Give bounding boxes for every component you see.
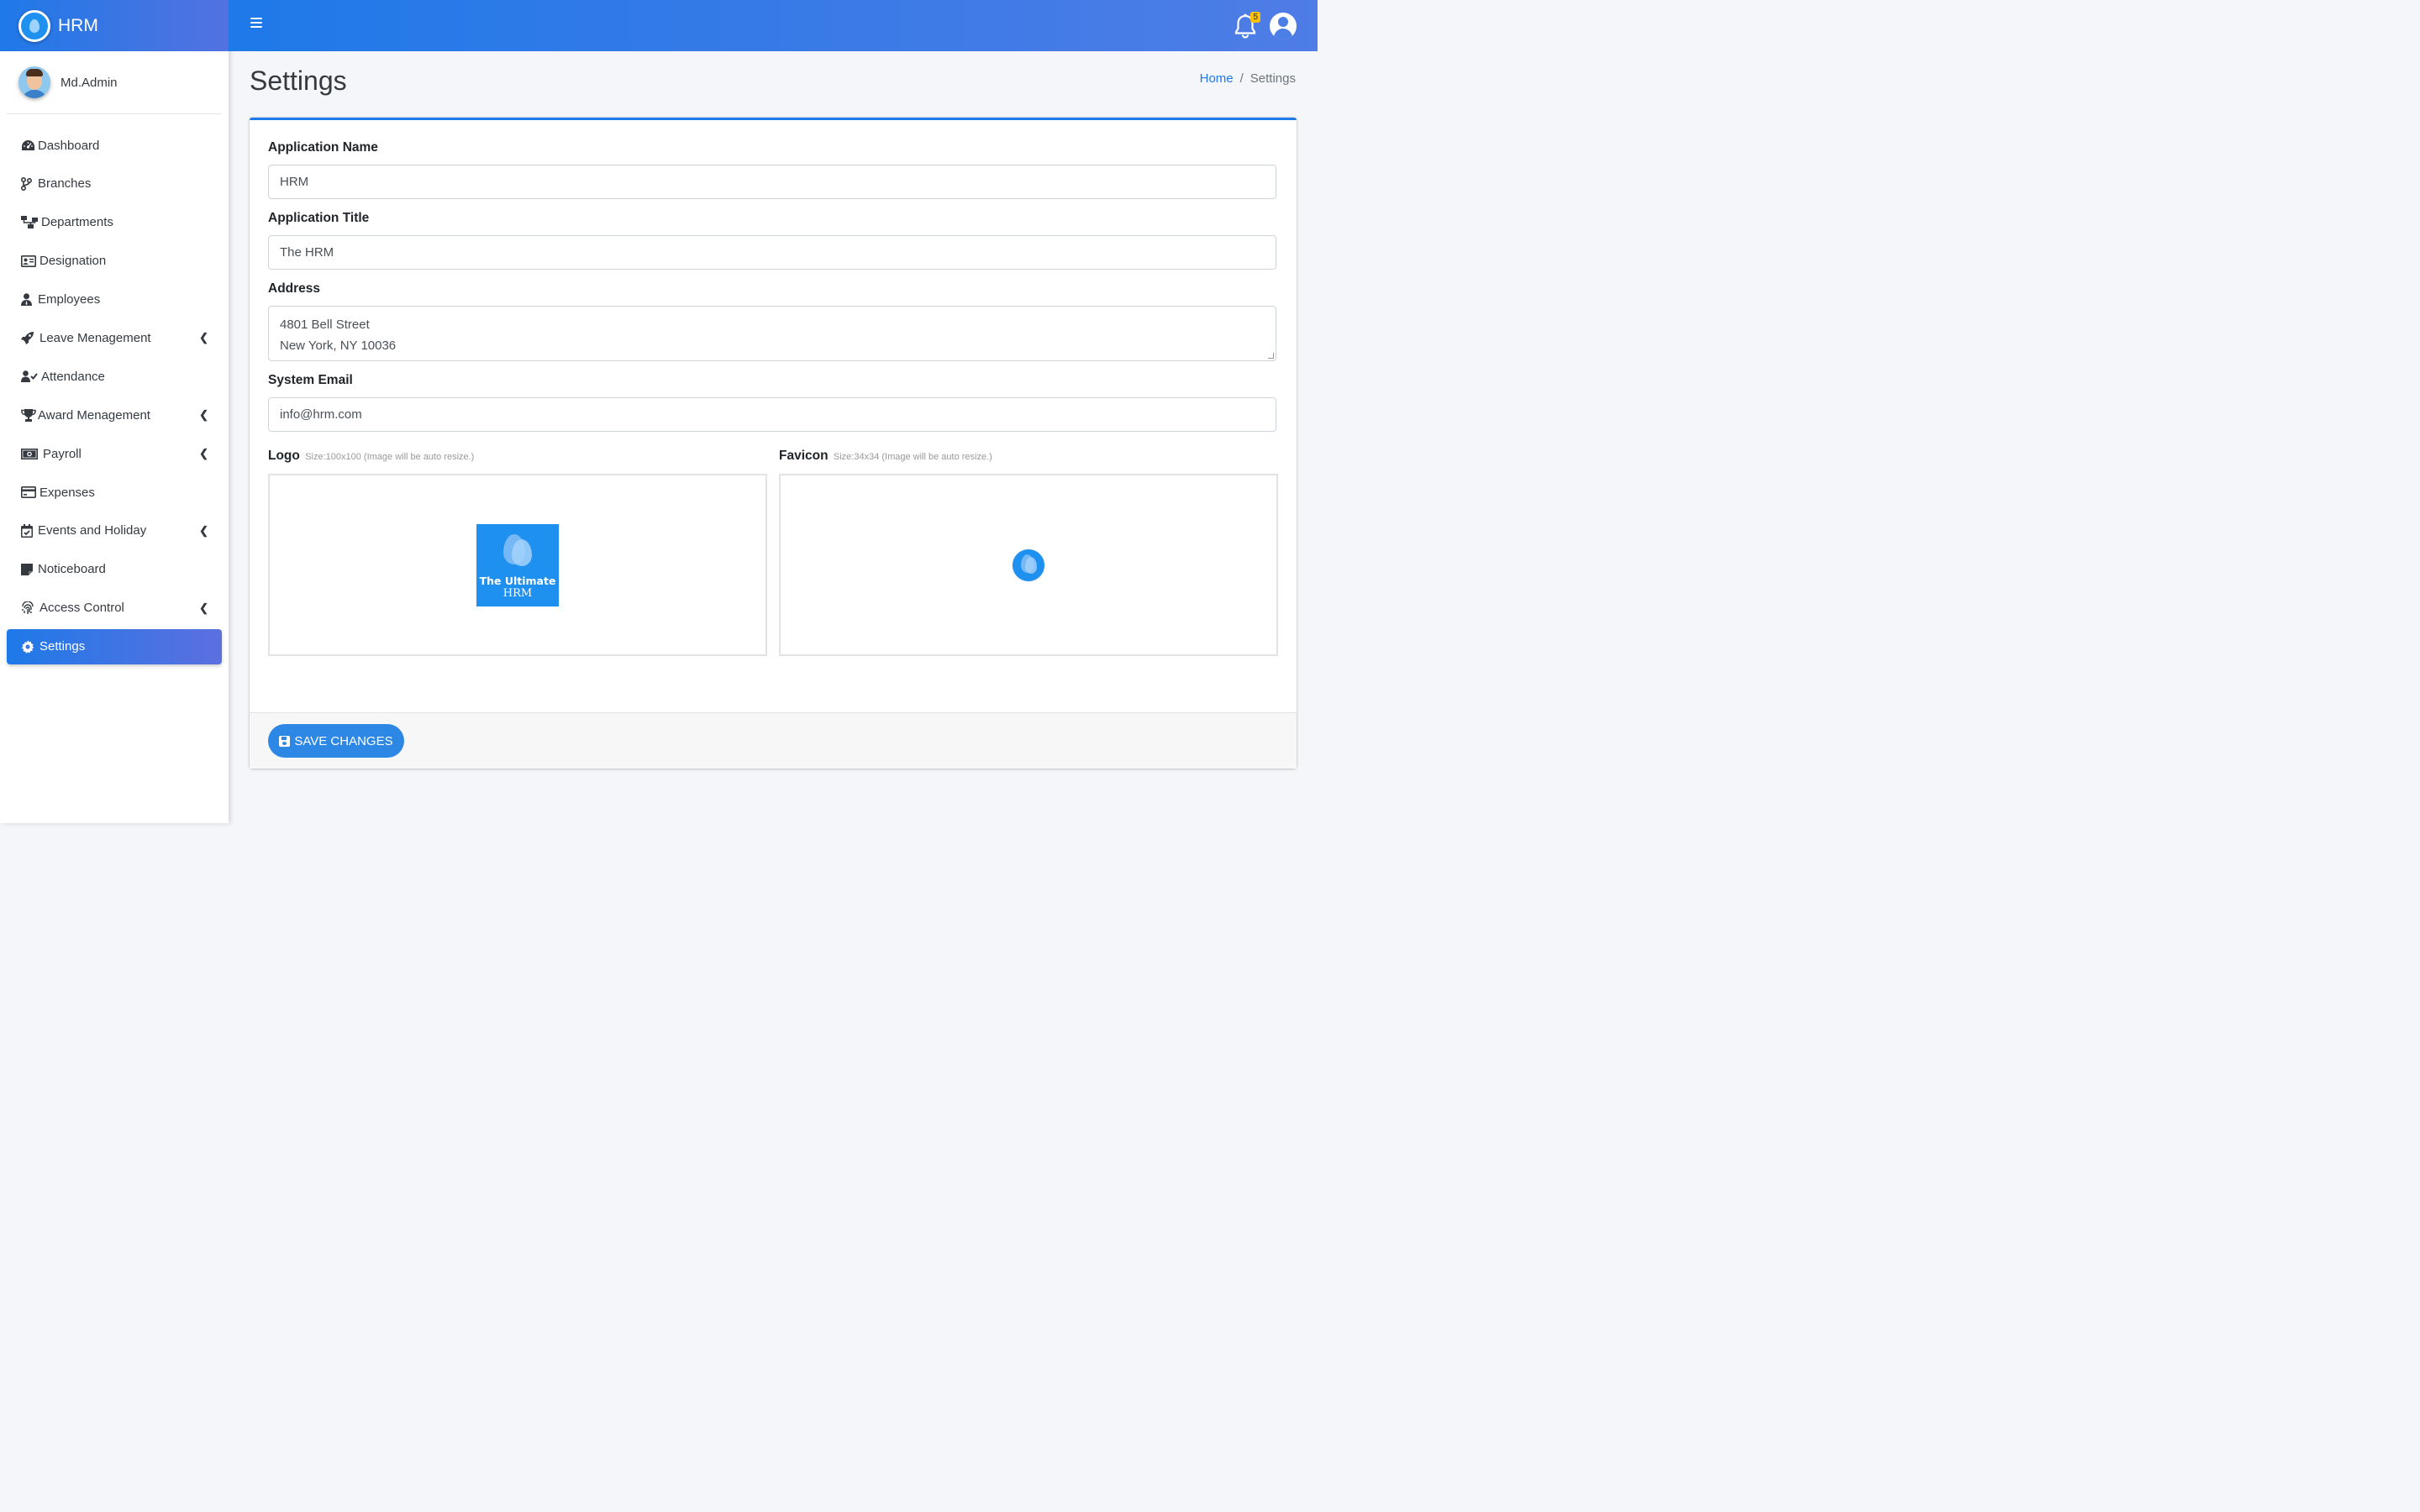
notification-badge: 5	[1250, 12, 1260, 23]
user-check-icon	[21, 370, 38, 383]
tachometer-icon	[21, 139, 38, 151]
app-name-input[interactable]: HRM	[268, 165, 1276, 199]
sidebar-item-attendance[interactable]: Attendance	[7, 359, 222, 394]
sidebar-item-label: Award Menagement	[38, 407, 150, 423]
sidebar-item-label: Settings	[39, 639, 86, 654]
user-name: Md.Admin	[60, 75, 118, 90]
breadcrumb: Home / Settings	[1200, 71, 1296, 86]
cog-icon	[21, 639, 38, 654]
rocket-icon	[21, 331, 38, 345]
sidebar-item-payroll[interactable]: Payroll ❮	[7, 436, 222, 471]
avatar	[18, 66, 50, 98]
chevron-left-icon: ❮	[199, 601, 208, 614]
trophy-icon	[21, 408, 38, 422]
sidebar-item-expenses[interactable]: Expenses	[7, 475, 222, 510]
save-button-label: SAVE CHANGES	[294, 733, 393, 748]
favicon-size-hint: Size:34x34 (Image will be auto resize.)	[833, 452, 992, 462]
sidebar-item-leave-management[interactable]: Leave Menagement ❮	[7, 320, 222, 355]
save-changes-button[interactable]: SAVE CHANGES	[268, 724, 404, 758]
sidebar-item-award-management[interactable]: Award Menagement ❮	[7, 397, 222, 433]
main-content: Settings Home / Settings Application Name …	[229, 51, 1318, 823]
money-bill-icon	[21, 448, 38, 459]
card-footer: SAVE CHANGES	[250, 712, 1297, 769]
breadcrumb-current: Settings	[1249, 71, 1296, 86]
favicon-label-text: Favicon	[779, 449, 829, 463]
sidebar-item-noticeboard[interactable]: Noticeboard	[7, 552, 222, 587]
hamburger-menu-icon[interactable]	[250, 18, 262, 28]
address-line-2: New York, NY 10036	[280, 339, 397, 353]
breadcrumb-home-link[interactable]: Home	[1200, 71, 1234, 86]
logo-image-line2: HRM	[502, 586, 533, 600]
app-title-label: Application Title	[268, 211, 370, 225]
logo-image-line1: The Ultimate	[479, 574, 556, 587]
settings-card: Application Name HRM Application Title T…	[250, 118, 1297, 769]
user-tie-icon	[21, 293, 38, 307]
chevron-left-icon: ❮	[199, 523, 208, 537]
address-line-1: 4801 Bell Street	[280, 318, 370, 332]
notification-bell-icon[interactable]: 5	[1234, 12, 1260, 39]
favicon-upload-dropzone[interactable]	[779, 474, 1278, 656]
sidebar-item-label: Access Control	[39, 601, 124, 616]
sidebar-item-label: Expenses	[39, 485, 95, 500]
sidebar: HRM Md.Admin Dashboard Branches Departme…	[0, 0, 229, 823]
sidebar-item-label: Dashboard	[38, 138, 100, 153]
sidebar-item-events-holiday[interactable]: Events and Holiday ❮	[7, 513, 222, 549]
sidebar-item-label: Designation	[39, 254, 107, 269]
favicon-label: Favicon Size:34x34 (Image will be auto r…	[779, 449, 1278, 464]
sidebar-item-departments[interactable]: Departments	[7, 205, 222, 240]
drop-logo-icon	[18, 9, 50, 42]
address-label: Address	[268, 281, 321, 296]
sitemap-icon	[21, 216, 38, 229]
fingerprint-icon	[21, 601, 38, 615]
user-panel[interactable]: Md.Admin	[7, 51, 222, 114]
address-textarea[interactable]: 4801 Bell Street New York, NY 10036	[268, 306, 1276, 361]
credit-card-icon	[21, 486, 38, 499]
sidebar-item-branches[interactable]: Branches	[7, 166, 222, 202]
logo-image: The Ultimate HRM	[476, 523, 559, 606]
sidebar-item-dashboard[interactable]: Dashboard	[7, 128, 222, 163]
chevron-left-icon: ❮	[199, 408, 208, 422]
sidebar-item-label: Departments	[41, 215, 113, 230]
logo-label-text: Logo	[268, 449, 300, 463]
app-name-label: Application Name	[268, 140, 378, 155]
sidebar-item-label: Leave Menagement	[39, 330, 151, 345]
save-disk-icon	[279, 735, 291, 747]
app-title-input[interactable]: The HRM	[268, 235, 1276, 270]
sidebar-item-designation[interactable]: Designation	[7, 244, 222, 279]
sidebar-item-settings[interactable]: Settings	[7, 628, 222, 664]
code-branch-icon	[21, 176, 38, 191]
sidebar-item-label: Payroll	[43, 446, 82, 461]
brand-link[interactable]: HRM	[0, 0, 229, 51]
logo-upload-dropzone[interactable]: The Ultimate HRM	[268, 474, 767, 656]
favicon-image	[1013, 549, 1044, 581]
system-email-label: System Email	[268, 373, 353, 387]
page-title: Settings	[250, 66, 347, 96]
sidebar-item-label: Employees	[38, 292, 101, 307]
id-card-icon	[21, 255, 38, 267]
sidebar-item-label: Branches	[38, 176, 92, 192]
chevron-left-icon: ❮	[199, 447, 208, 460]
sidebar-item-label: Noticeboard	[38, 562, 106, 577]
logo-label: Logo Size:100x100 (Image will be auto re…	[268, 449, 767, 464]
sidebar-item-employees[interactable]: Employees	[7, 282, 222, 318]
logo-size-hint: Size:100x100 (Image will be auto resize.…	[305, 452, 475, 462]
sidebar-item-label: Events and Holiday	[38, 523, 147, 538]
resize-handle-icon[interactable]	[1268, 353, 1274, 359]
calendar-check-icon	[21, 523, 38, 538]
system-email-input[interactable]: info@hrm.com	[268, 397, 1276, 432]
top-navbar: 5	[229, 0, 1318, 51]
user-menu-icon[interactable]	[1270, 13, 1297, 39]
sidebar-item-access-control[interactable]: Access Control ❮	[7, 591, 222, 626]
brand-name: HRM	[58, 15, 98, 35]
sticky-note-icon	[21, 563, 38, 575]
chevron-left-icon: ❮	[199, 331, 208, 344]
sidebar-nav: Dashboard Branches Departments Designati…	[0, 114, 229, 664]
sidebar-item-label: Attendance	[41, 369, 105, 384]
breadcrumb-separator: /	[1239, 71, 1244, 86]
